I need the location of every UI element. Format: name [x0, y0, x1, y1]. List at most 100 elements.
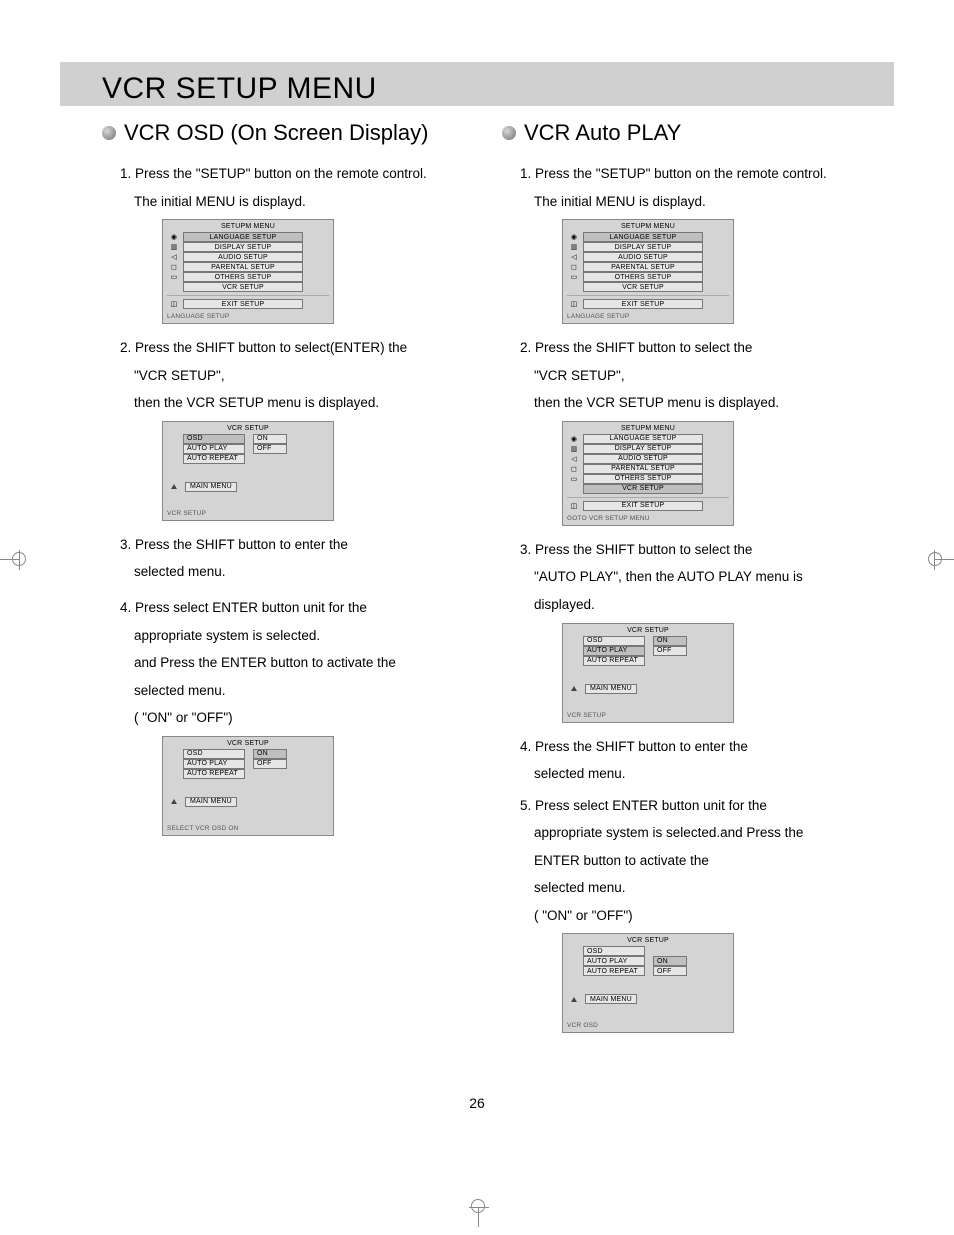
menu-item: VCR SETUP [183, 282, 303, 292]
main-menu-btn: MAIN MENU [585, 994, 637, 1004]
left-step-2b: "VCR SETUP", [120, 366, 472, 386]
audio-icon: ◁ [569, 455, 579, 463]
vcr-row: AUTO REPEAT [583, 656, 645, 666]
globe-icon: ◉ [569, 435, 579, 443]
menu-item: DISPLAY SETUP [583, 242, 703, 252]
left-step-2: 2. Press the SHIFT button to select(ENTE… [120, 338, 472, 358]
right-step-5e: ( "ON" or "OFF") [520, 906, 872, 926]
main-menu-btn: MAIN MENU [585, 684, 637, 694]
crop-mark-icon [0, 545, 28, 573]
section-heading-right: VCR Auto PLAY [524, 120, 681, 146]
right-step-5: 5. Press select ENTER button unit for th… [520, 796, 872, 816]
others-icon: ▭ [569, 273, 579, 281]
opt-on: ON [253, 434, 287, 444]
display-icon: ▥ [569, 243, 579, 251]
display-icon: ▥ [169, 243, 179, 251]
left-step-1b: The initial MENU is displayd. [120, 192, 472, 212]
osd-title: VCR SETUP [563, 934, 733, 946]
vcr-row: AUTO PLAY [583, 956, 645, 966]
right-step-1: 1. Press the "SETUP" button on the remot… [520, 164, 872, 184]
menu-item: LANGUAGE SETUP [583, 434, 703, 444]
section-heading-left: VCR OSD (On Screen Display) [124, 120, 428, 146]
opt-off: OFF [253, 759, 287, 769]
osd-footer: SELECT VCR OSD ON [163, 823, 333, 835]
opt-on: ON [653, 956, 687, 966]
osd-setup-menu: SETUPM MENU ◉ LANGUAGE SETUP ▥ DISPLAY SET… [562, 219, 734, 324]
menu-item: DISPLAY SETUP [583, 444, 703, 454]
osd-footer: VCR SETUP [563, 710, 733, 722]
osd-footer: VCR OSD [563, 1020, 733, 1032]
right-step-5d: selected menu. [520, 878, 872, 898]
right-step-3b: "AUTO PLAY", then the AUTO PLAY menu is [520, 567, 872, 587]
right-step-2: 2. Press the SHIFT button to select the [520, 338, 872, 358]
audio-icon: ◁ [169, 253, 179, 261]
vcr-row: OSD [583, 946, 645, 956]
menu-item: VCR SETUP [583, 282, 703, 292]
left-column: VCR OSD (On Screen Display) 1. Press the… [102, 120, 472, 1047]
right-step-3: 3. Press the SHIFT button to select the [520, 540, 872, 560]
menu-item: LANGUAGE SETUP [583, 232, 703, 242]
osd-title: SETUPM MENU [163, 220, 333, 232]
vcr-row: AUTO REPEAT [183, 769, 245, 779]
exit-icon: ◫ [569, 502, 579, 510]
bullet-icon [502, 126, 516, 140]
up-arrow-icon [171, 484, 177, 489]
osd-vcr-setup: VCR SETUP OSD ON AUTO PLAY OFF AUTO REPE… [562, 623, 734, 723]
osd-title: VCR SETUP [563, 624, 733, 636]
parental-icon: ◻ [569, 465, 579, 473]
vcr-row: OSD [583, 636, 645, 646]
osd-footer: LANGUAGE SETUP [163, 311, 333, 323]
osd-vcr-setup: VCR SETUP OSD AUTO PLAY ON AUTO REPEAT O… [562, 933, 734, 1033]
right-step-4: 4. Press the SHIFT button to enter the [520, 737, 872, 757]
page-title: VCR SETUP MENU [102, 72, 377, 106]
osd-title: SETUPM MENU [563, 422, 733, 434]
left-step-3: 3. Press the SHIFT button to enter the [120, 535, 472, 555]
menu-item: OTHERS SETUP [183, 272, 303, 282]
menu-exit: EXIT SETUP [583, 501, 703, 511]
opt-off: OFF [653, 646, 687, 656]
menu-item: AUDIO SETUP [183, 252, 303, 262]
parental-icon: ◻ [169, 263, 179, 271]
display-icon: ▥ [569, 445, 579, 453]
opt-on: ON [253, 749, 287, 759]
vcr-row: AUTO PLAY [183, 759, 245, 769]
left-step-4e: ( "ON" or "OFF") [120, 708, 472, 728]
crop-mark-icon [464, 1199, 492, 1227]
osd-vcr-setup: VCR SETUP OSD ON AUTO PLAY OFF AUTO REPE… [162, 736, 334, 836]
right-step-5c: ENTER button to activate the [520, 851, 872, 871]
page-number: 26 [0, 1095, 954, 1111]
menu-item: LANGUAGE SETUP [183, 232, 303, 242]
globe-icon: ◉ [169, 233, 179, 241]
osd-setup-menu: SETUPM MENU ◉ LANGUAGE SETUP ▥ DISPLAY SET… [562, 421, 734, 526]
left-step-2c: then the VCR SETUP menu is displayed. [120, 393, 472, 413]
others-icon: ▭ [169, 273, 179, 281]
bullet-icon [102, 126, 116, 140]
osd-title: SETUPM MENU [563, 220, 733, 232]
up-arrow-icon [571, 686, 577, 691]
main-menu-btn: MAIN MENU [185, 797, 237, 807]
osd-footer: GOTO VCR SETUP MENU [563, 513, 733, 525]
osd-footer: LANGUAGE SETUP [563, 311, 733, 323]
right-step-1b: The initial MENU is displayd. [520, 192, 872, 212]
others-icon: ▭ [569, 475, 579, 483]
osd-title: VCR SETUP [163, 737, 333, 749]
main-menu-btn: MAIN MENU [185, 482, 237, 492]
audio-icon: ◁ [569, 253, 579, 261]
right-step-2b: "VCR SETUP", [520, 366, 872, 386]
left-step-3b: selected menu. [120, 562, 472, 582]
vcr-row: OSD [183, 749, 245, 759]
osd-title: VCR SETUP [163, 422, 333, 434]
opt-on: ON [653, 636, 687, 646]
left-step-4c: and Press the ENTER button to activate t… [120, 653, 472, 673]
vcr-row: AUTO PLAY [583, 646, 645, 656]
menu-item: AUDIO SETUP [583, 252, 703, 262]
osd-setup-menu: SETUPM MENU ◉LANGUAGE SETUP ▥DISPLAY SET… [162, 219, 334, 324]
menu-item: PARENTAL SETUP [183, 262, 303, 272]
menu-exit: EXIT SETUP [183, 299, 303, 309]
osd-vcr-setup: VCR SETUP OSD ON AUTO PLAY OFF AUTO REPE… [162, 421, 334, 521]
up-arrow-icon [571, 997, 577, 1002]
left-step-4b: appropriate system is selected. [120, 626, 472, 646]
globe-icon: ◉ [569, 233, 579, 241]
menu-item: OTHERS SETUP [583, 474, 703, 484]
osd-footer: VCR SETUP [163, 508, 333, 520]
